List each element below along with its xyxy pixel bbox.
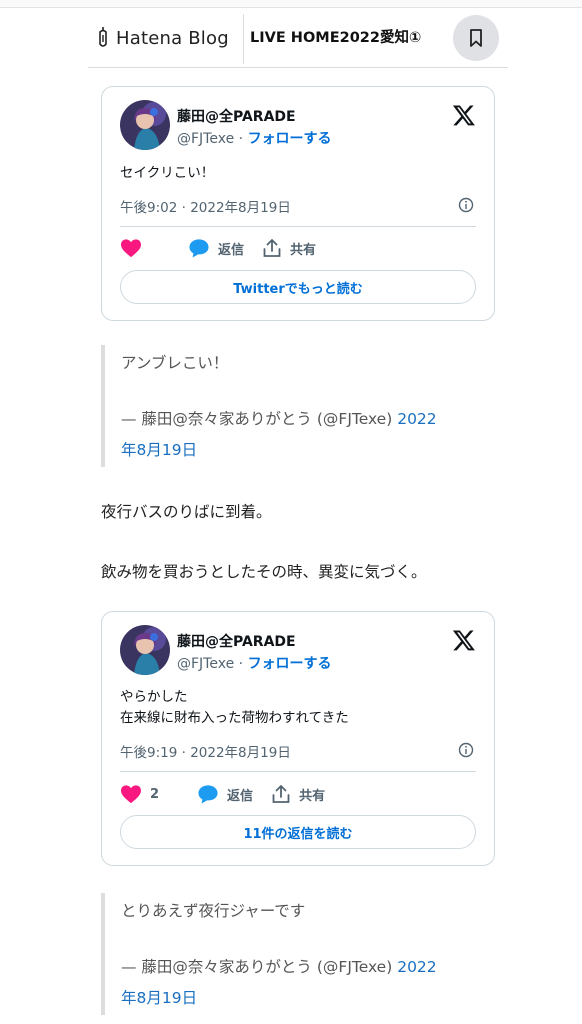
share-label: 共有 — [290, 242, 317, 258]
like-count: 2 — [150, 786, 160, 802]
header-divider — [243, 14, 244, 64]
quote-date-link-cont[interactable]: 年8月19日 — [121, 983, 501, 1014]
reply-bubble-icon — [189, 239, 209, 258]
x-logo-icon[interactable] — [452, 103, 476, 127]
heart-icon — [121, 239, 141, 258]
x-logo-icon[interactable] — [452, 628, 476, 652]
browser-top-strip — [0, 0, 582, 8]
avatar[interactable] — [120, 625, 170, 675]
share-icon — [263, 239, 281, 257]
quote-date-link-cont[interactable]: 年8月19日 — [121, 435, 501, 466]
tweet-actions: 2 返信 共有 — [120, 782, 343, 806]
avatar[interactable] — [120, 100, 170, 150]
bookmark-icon — [470, 29, 482, 47]
tweet-author-handle: @FJTexe · フォローする — [177, 653, 332, 673]
handle-separator: · — [234, 131, 248, 147]
tweet-text: セイクリこい！ — [120, 163, 214, 184]
reply-label: 返信 — [227, 788, 254, 804]
quote-date-link[interactable]: 2022 — [397, 958, 436, 976]
handle-text[interactable]: @FJTexe — [177, 656, 234, 672]
tweet-separator — [120, 226, 476, 227]
like-button[interactable]: 2 — [120, 784, 179, 804]
read-replies-button[interactable]: 11件の返信を読む — [120, 815, 476, 849]
follow-link[interactable]: フォローする — [248, 656, 332, 672]
body-paragraph: 飲み物を買おうとしたその時、異変に気づく。 — [101, 563, 427, 581]
blog-header: Hatena Blog LIVE HOME2022愛知① — [88, 12, 508, 68]
heart-icon — [121, 785, 141, 804]
tweet-text-line: やらかした — [120, 689, 188, 705]
quote-citation: — 藤田@奈々家ありがとう (@FJTexe) 2022 年8月19日 — [121, 404, 501, 466]
share-button[interactable]: 共有 — [271, 784, 325, 804]
body-paragraph: 夜行バスのりばに到着。 — [101, 503, 272, 521]
tweet-text: やらかした 在来線に財布入った荷物わすれてきた — [120, 687, 349, 729]
info-icon[interactable] — [458, 197, 474, 213]
quote-citation: — 藤田@奈々家ありがとう (@FJTexe) 2022 年8月19日 — [121, 952, 501, 1014]
tweet-author-handle: @FJTexe · フォローする — [177, 128, 332, 148]
embedded-tweet: 藤田@全PARADE @FJTexe · フォローする セイクリこい！ 午後9:… — [101, 86, 495, 321]
logo-text: Hatena Blog — [116, 27, 229, 49]
quote-text: アンブレこい！ — [121, 354, 229, 372]
share-button[interactable]: 共有 — [262, 238, 316, 258]
tweet-author-name[interactable]: 藤田@全PARADE — [177, 106, 296, 126]
bookmark-button[interactable] — [453, 15, 499, 61]
follow-link[interactable]: フォローする — [248, 131, 332, 147]
reply-bubble-icon — [198, 785, 218, 804]
blockquote: とりあえず夜行ジャーです — 藤田@奈々家ありがとう (@FJTexe) 202… — [101, 893, 501, 1015]
quote-text: とりあえず夜行ジャーです — [121, 902, 306, 920]
share-label: 共有 — [299, 788, 326, 804]
blog-title[interactable]: LIVE HOME2022愛知① — [250, 26, 421, 47]
read-more-button[interactable]: Twitterでもっと読む — [120, 270, 476, 304]
handle-text[interactable]: @FJTexe — [177, 131, 234, 147]
hatena-pen-icon — [99, 27, 107, 47]
tweet-timestamp[interactable]: 午後9:02 · 2022年8月19日 — [120, 196, 291, 216]
tweet-actions: 返信 共有 — [120, 236, 334, 260]
embedded-tweet: 藤田@全PARADE @FJTexe · フォローする やらかした 在来線に財布… — [101, 611, 495, 866]
blockquote: アンブレこい！ — 藤田@奈々家ありがとう (@FJTexe) 2022 年8月… — [101, 345, 501, 467]
handle-separator: · — [234, 656, 248, 672]
quote-author: — 藤田@奈々家ありがとう (@FJTexe) — [121, 410, 398, 428]
tweet-author-name[interactable]: 藤田@全PARADE — [177, 631, 296, 651]
reply-button[interactable]: 返信 — [197, 784, 253, 804]
tweet-timestamp[interactable]: 午後9:19 · 2022年8月19日 — [120, 741, 291, 761]
share-icon — [272, 785, 290, 803]
tweet-separator — [120, 771, 476, 772]
info-icon[interactable] — [458, 742, 474, 758]
quote-author: — 藤田@奈々家ありがとう (@FJTexe) — [121, 958, 398, 976]
tweet-text-line: セイクリこい！ — [120, 165, 215, 181]
hatena-blog-logo[interactable]: Hatena Blog — [96, 22, 229, 54]
tweet-text-line: 在来線に財布入った荷物わすれてきた — [120, 710, 349, 726]
like-button[interactable] — [120, 238, 170, 258]
reply-button[interactable]: 返信 — [188, 238, 244, 258]
quote-date-link[interactable]: 2022 — [397, 410, 436, 428]
reply-label: 返信 — [218, 242, 245, 258]
